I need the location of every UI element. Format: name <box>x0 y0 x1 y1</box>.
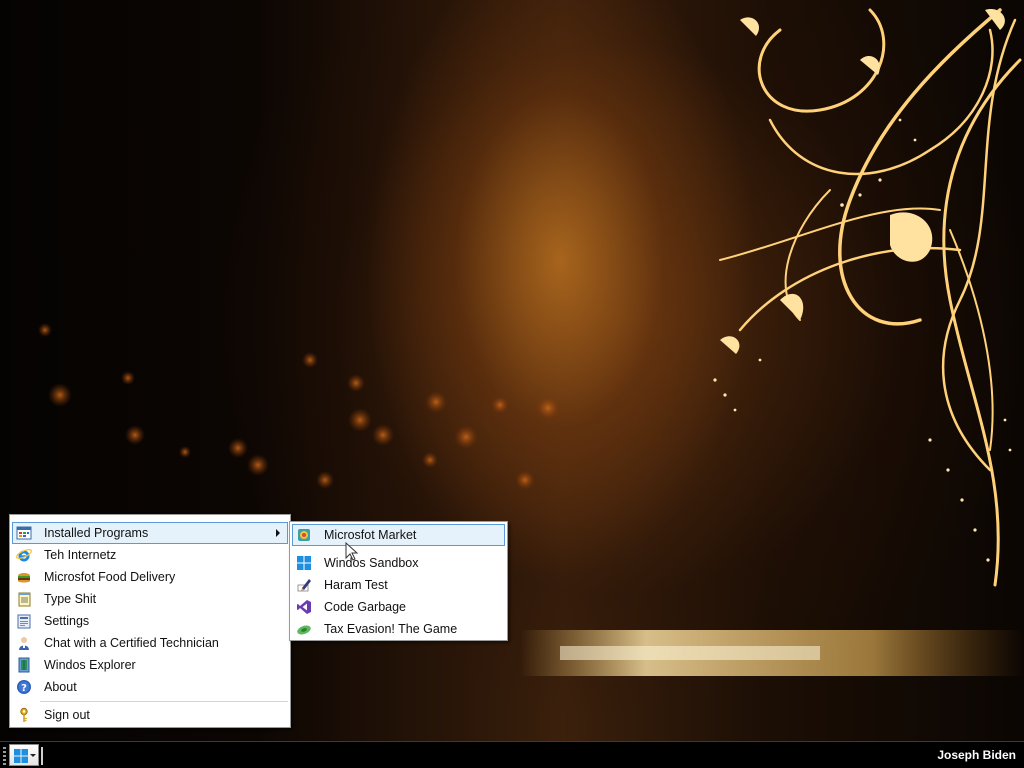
market-icon <box>298 529 310 541</box>
menu-item-type-shit[interactable]: Type Shit <box>12 588 288 610</box>
sign-out-label: Sign out <box>44 708 90 722</box>
technician-icon <box>19 637 29 650</box>
pen-icon <box>297 579 311 592</box>
type-shit-label: Type Shit <box>44 592 97 606</box>
submenu-item-haram-test[interactable]: Haram Test <box>292 574 505 596</box>
burger-icon <box>18 573 30 583</box>
notepad-icon <box>18 592 31 607</box>
teh-internetz-label: Teh Internetz <box>44 548 117 562</box>
start-button[interactable] <box>9 744 39 766</box>
explorer-icon <box>18 657 30 673</box>
menu-item-settings[interactable]: Settings <box>12 610 288 632</box>
internet-explorer-icon <box>16 549 32 562</box>
food-delivery-label: Microsfot Food Delivery <box>44 570 176 584</box>
installed-programs-label: Installed Programs <box>44 526 149 540</box>
microsfot-market-label: Microsfot Market <box>324 528 417 542</box>
submenu-arrow-icon <box>276 529 280 537</box>
menu-item-installed-programs[interactable]: Installed Programs <box>12 522 288 544</box>
chevron-down-icon <box>30 754 36 757</box>
settings-icon <box>17 614 31 629</box>
menu-separator <box>40 701 288 702</box>
desktop[interactable]: Installed Programs Teh Internetz Microsf… <box>0 0 1024 768</box>
game-icon <box>297 625 311 635</box>
windos-explorer-label: Windos Explorer <box>44 658 136 672</box>
taskbar-grip[interactable] <box>3 747 6 765</box>
menu-item-chat-technician[interactable]: Chat with a Certified Technician <box>12 632 288 654</box>
taskbar-divider <box>41 747 43 765</box>
menu-item-windos-explorer[interactable]: Windos Explorer <box>12 654 288 676</box>
submenu-item-tax-evasion[interactable]: Tax Evasion! The Game <box>292 618 505 640</box>
windows-logo-icon <box>14 749 28 763</box>
taskbar: Joseph Biden <box>0 741 1024 768</box>
svg-text:?: ? <box>21 683 27 694</box>
submenu-item-microsfot-market[interactable]: Microsfot Market <box>292 524 505 546</box>
windows-logo-icon <box>297 556 311 570</box>
visual-studio-icon <box>297 600 311 614</box>
code-garbage-label: Code Garbage <box>324 600 407 614</box>
mouse-cursor <box>345 542 359 561</box>
submenu-item-code-garbage[interactable]: Code Garbage <box>292 596 505 618</box>
programs-icon <box>16 526 32 540</box>
tax-evasion-label: Tax Evasion! The Game <box>324 622 458 636</box>
submenu-item-windos-sandbox[interactable]: Windos Sandbox <box>292 552 505 574</box>
help-icon: ? <box>17 680 31 694</box>
haram-test-label: Haram Test <box>324 578 388 592</box>
installed-programs-submenu: Microsfot Market Windos Sandbox Haram Te… <box>289 521 508 641</box>
menu-item-about[interactable]: ? About <box>12 676 288 698</box>
start-menu: Installed Programs Teh Internetz Microsf… <box>9 514 291 728</box>
menu-item-teh-internetz[interactable]: Teh Internetz <box>12 544 288 566</box>
menu-item-food-delivery[interactable]: Microsfot Food Delivery <box>12 566 288 588</box>
chat-technician-label: Chat with a Certified Technician <box>44 636 219 650</box>
menu-item-sign-out[interactable]: Sign out <box>12 704 288 726</box>
about-label: About <box>44 680 77 694</box>
user-name[interactable]: Joseph Biden <box>937 748 1016 762</box>
key-icon <box>20 707 28 722</box>
windos-sandbox-label: Windos Sandbox <box>324 556 419 570</box>
settings-label: Settings <box>44 614 90 628</box>
